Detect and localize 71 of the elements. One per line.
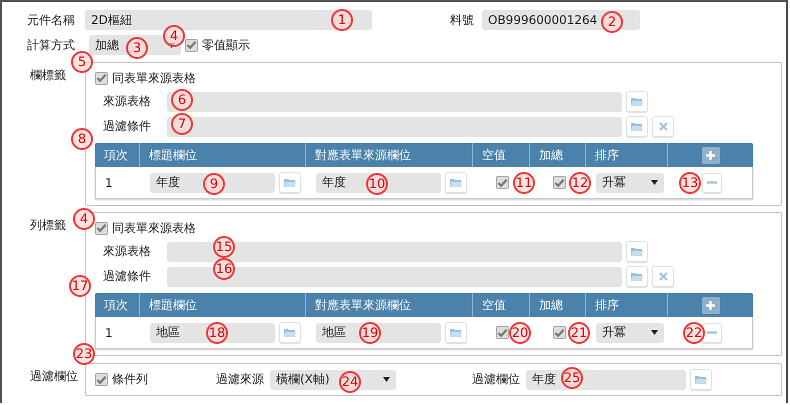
checkbox[interactable] xyxy=(185,38,198,52)
checkbox[interactable] xyxy=(95,373,108,386)
caret-icon xyxy=(383,377,390,382)
field-label: 過濾條件 xyxy=(103,268,152,285)
minus-icon xyxy=(706,331,716,334)
field-label: 過濾來源 xyxy=(216,371,264,388)
field-label: 來源表格 xyxy=(103,93,152,110)
sort-dropdown[interactable]: 升冪 xyxy=(596,172,664,192)
checkbox-label: 零值顯示 xyxy=(202,36,250,54)
filter-field[interactable] xyxy=(167,116,622,136)
browse-button[interactable] xyxy=(690,369,712,390)
annotation-marker: 5 xyxy=(71,51,93,73)
browse-button[interactable] xyxy=(279,322,301,343)
checkbox[interactable] xyxy=(552,326,566,339)
annotation-marker: 4 xyxy=(73,208,95,230)
add-button[interactable] xyxy=(702,146,720,164)
checkbox-label: 同表單來源表格 xyxy=(112,70,196,86)
clear-button[interactable] xyxy=(652,266,674,287)
table-cell: 1 xyxy=(105,326,113,340)
folder-icon xyxy=(284,178,296,187)
folder-icon xyxy=(631,122,643,131)
folder-icon xyxy=(631,272,643,281)
annotation-marker: 7 xyxy=(171,113,193,135)
checkbox[interactable] xyxy=(496,326,509,339)
minus-icon xyxy=(706,181,716,184)
browse-button[interactable] xyxy=(445,172,467,193)
browse-button[interactable] xyxy=(279,172,301,193)
field-label: 過濾欄位 xyxy=(472,371,520,388)
checkbox-label: 同表單來源表格 xyxy=(112,220,196,236)
checkbox[interactable] xyxy=(95,72,108,84)
add-button[interactable] xyxy=(702,296,720,314)
remove-button[interactable] xyxy=(702,172,722,192)
plus-icon xyxy=(706,150,715,160)
annotation-marker: 23 xyxy=(73,343,95,365)
annotation-marker: 17 xyxy=(69,275,91,297)
clear-button[interactable] xyxy=(652,116,674,137)
folder-icon xyxy=(631,247,643,256)
caret-icon xyxy=(651,180,658,185)
caret-icon xyxy=(651,330,658,335)
field-label: 計算方式 xyxy=(27,36,76,54)
source-table-field[interactable] xyxy=(167,242,622,262)
close-icon xyxy=(658,122,668,131)
browse-button[interactable] xyxy=(626,91,648,112)
browse-button[interactable] xyxy=(626,241,648,262)
remove-button[interactable] xyxy=(702,322,722,342)
annotation-marker: 15 xyxy=(213,236,235,258)
folder-icon xyxy=(450,328,462,337)
field-label: 料號 xyxy=(450,12,475,28)
browse-button[interactable] xyxy=(626,116,648,137)
sort-dropdown[interactable]: 升冪 xyxy=(596,322,664,342)
source-table-field[interactable] xyxy=(167,92,622,112)
annotation-marker: 8 xyxy=(71,128,93,150)
section-label: 列標籤 xyxy=(30,217,66,232)
checkbox[interactable] xyxy=(95,222,108,234)
browse-button[interactable] xyxy=(445,322,467,343)
field-label: 來源表格 xyxy=(103,243,152,260)
plus-icon xyxy=(706,300,715,310)
checkbox-label: 條件列 xyxy=(112,371,148,388)
checkbox[interactable] xyxy=(496,176,509,189)
field-label: 元件名稱 xyxy=(27,12,76,28)
section-label: 欄標籤 xyxy=(30,67,66,82)
table-cell: 1 xyxy=(105,176,113,190)
close-icon xyxy=(658,272,668,281)
folder-icon xyxy=(631,97,643,106)
field-label: 過濾條件 xyxy=(103,118,152,135)
browse-button[interactable] xyxy=(626,266,648,287)
folder-icon xyxy=(695,375,707,384)
checkbox[interactable] xyxy=(552,176,566,189)
folder-icon xyxy=(450,178,462,187)
folder-icon xyxy=(284,328,296,337)
section-label: 過濾欄位 xyxy=(30,368,78,383)
